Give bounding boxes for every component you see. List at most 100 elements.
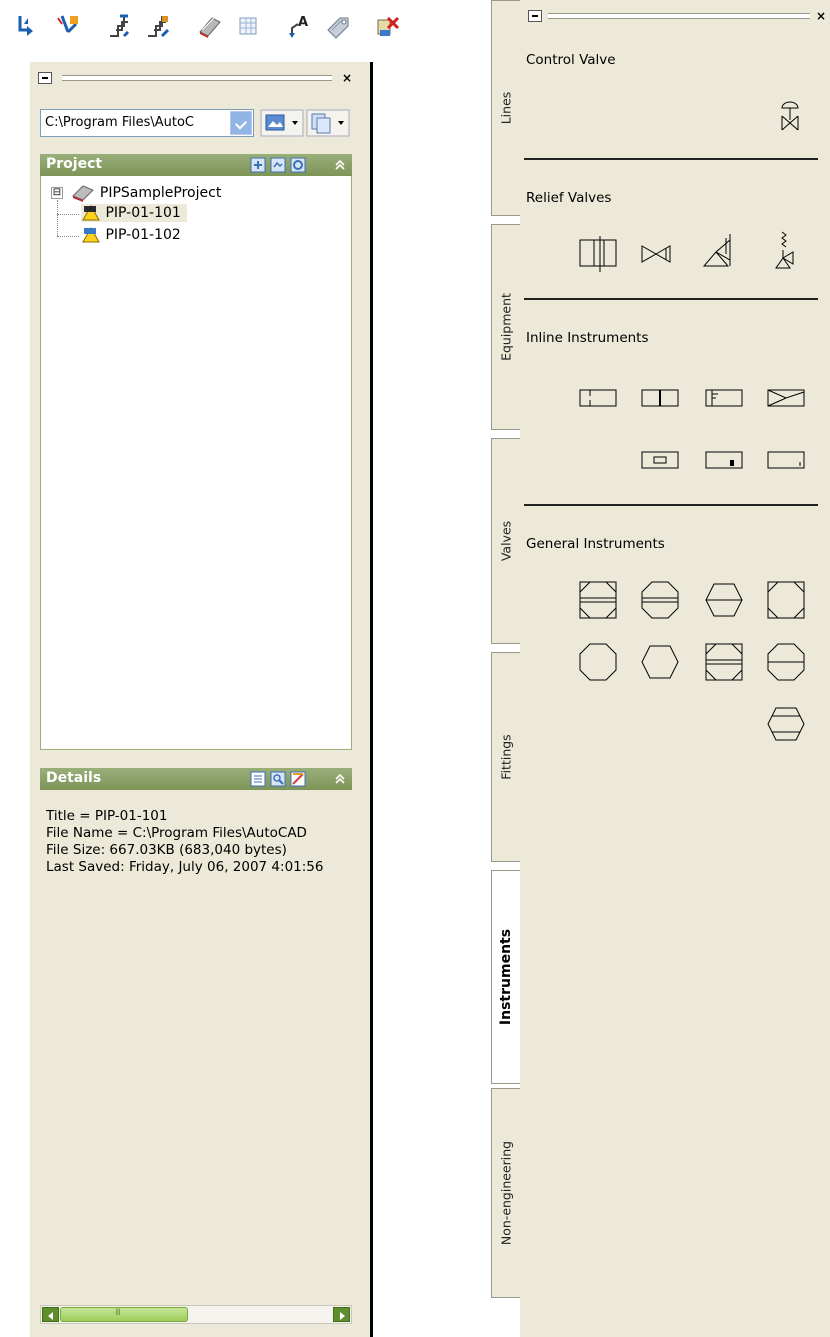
inline-instrument-7-icon[interactable] — [766, 440, 806, 480]
refresh-icon[interactable] — [290, 157, 306, 173]
tab-non-engineering[interactable]: Non-engineering — [491, 1088, 520, 1298]
new-project-icon[interactable] — [250, 157, 266, 173]
tab-label: Instruments — [498, 928, 514, 1026]
group-heading-general-instruments: General Instruments — [526, 536, 665, 552]
detail-file-name: File Name = C:\Program Files\AutoCAD — [46, 825, 307, 841]
close-icon[interactable]: × — [814, 10, 828, 23]
group-divider — [524, 158, 818, 160]
instrument-hexagon-icon[interactable] — [640, 642, 680, 682]
svg-text:A: A — [298, 15, 308, 30]
details-text: Title = PIP-01-101 File Name = C:\Progra… — [46, 808, 346, 876]
route-pipe-icon[interactable] — [106, 12, 134, 40]
tab-label: Lines — [498, 91, 514, 125]
tree-connector — [57, 200, 58, 236]
tab-lines[interactable]: Lines — [491, 0, 520, 216]
disconnect-line-icon[interactable] — [54, 12, 82, 40]
open-project-button[interactable] — [260, 109, 304, 137]
project-section-title: Project — [46, 156, 103, 172]
control-valve-symbol-icon[interactable] — [770, 96, 810, 136]
inline-instrument-4-icon[interactable] — [766, 378, 806, 418]
tab-valves[interactable]: Valves — [491, 438, 520, 644]
project-icon — [71, 184, 95, 202]
tree-connector — [57, 236, 79, 237]
tab-equipment[interactable]: Equipment — [491, 224, 520, 430]
add-drawing-icon[interactable] — [270, 157, 286, 173]
annotate-icon[interactable]: A — [286, 12, 314, 40]
palette-title-bar[interactable]: × — [36, 70, 358, 86]
collapse-icon[interactable] — [332, 157, 348, 173]
instrument-square-double-line-icon[interactable] — [704, 642, 744, 682]
scroll-left-icon[interactable] — [42, 1307, 59, 1322]
tab-fittings[interactable]: Fittings — [491, 652, 520, 862]
scroll-right-icon[interactable] — [333, 1307, 350, 1322]
minimize-icon[interactable] — [528, 10, 542, 22]
details-view-icon[interactable] — [250, 771, 266, 787]
connect-line-icon[interactable] — [14, 12, 42, 40]
tree-node-label: PIP-01-101 — [105, 205, 181, 221]
detail-last-saved: Last Saved: Friday, July 06, 2007 4:01:5… — [46, 859, 324, 875]
toolbar-separator — [184, 12, 185, 42]
project-tree: ⊟ PIPSampleProject PIP-01-101 PIP-01-102 — [40, 176, 352, 750]
drag-grip[interactable] — [548, 13, 810, 19]
preview-icon[interactable] — [270, 771, 286, 787]
relief-valve-inline-symbol-icon[interactable] — [638, 234, 678, 274]
instrument-square-octagon-icon[interactable] — [766, 580, 806, 620]
project-manager-icon[interactable] — [196, 12, 224, 40]
tree-node-drawing-selected[interactable]: PIP-01-101 — [81, 204, 187, 222]
group-heading-control-valve: Control Valve — [526, 52, 616, 68]
instrument-octagon-line-icon[interactable] — [766, 642, 806, 682]
group-heading-relief-valves: Relief Valves — [526, 190, 612, 206]
inline-instrument-2-icon[interactable] — [640, 378, 680, 418]
details-section-title: Details — [46, 770, 102, 786]
tree-connector — [57, 214, 79, 215]
palette-title-bar[interactable]: × — [528, 8, 828, 24]
details-section-header[interactable]: Details — [40, 768, 352, 790]
safety-valve-spring-symbol-icon[interactable] — [764, 230, 804, 270]
tree-node-project[interactable]: ⊟ PIPSampleProject — [51, 184, 221, 202]
tab-label: Non-engineering — [498, 1140, 514, 1246]
horizontal-scrollbar[interactable] — [40, 1305, 352, 1324]
route-pipe-alt-icon[interactable] — [144, 12, 172, 40]
group-heading-inline-instruments: Inline Instruments — [526, 330, 649, 346]
relief-valve-angle-symbol-icon[interactable] — [700, 230, 740, 270]
minimize-icon[interactable] — [38, 72, 52, 84]
project-path-value: C:\Program Files\AutoC — [45, 115, 194, 130]
inline-instrument-1-icon[interactable] — [578, 378, 618, 418]
copy-project-button[interactable] — [306, 109, 350, 137]
tab-instruments[interactable]: Instruments — [491, 870, 520, 1084]
rupture-disc-symbol-icon[interactable] — [578, 234, 618, 274]
palette-tab-strip: Lines Equipment Valves Fittings Instrume… — [491, 0, 520, 1300]
toolbar-separator — [362, 12, 363, 42]
tree-node-label: PIPSampleProject — [99, 185, 222, 201]
tab-label: Fittings — [498, 734, 514, 780]
inline-instrument-6-icon[interactable] — [704, 440, 744, 480]
toolbar-separator — [94, 12, 95, 42]
project-path-combo[interactable]: C:\Program Files\AutoC — [40, 109, 254, 137]
tree-node-drawing[interactable]: PIP-01-102 — [81, 226, 181, 244]
drag-grip[interactable] — [62, 75, 332, 81]
scrollbar-thumb[interactable] — [60, 1307, 188, 1322]
drawing-icon — [81, 204, 101, 222]
collapse-icon[interactable] — [332, 771, 348, 787]
tool-palette: × Control Valve Relief Valves Inline Ins… — [520, 0, 830, 1337]
group-divider — [524, 504, 818, 506]
inline-instrument-3-icon[interactable] — [704, 378, 744, 418]
tag-icon[interactable] — [324, 12, 352, 40]
chevron-down-icon[interactable] — [230, 111, 252, 135]
instrument-shared-display-icon[interactable] — [578, 580, 618, 620]
drawing-icon — [81, 226, 101, 244]
instrument-hexagon-line-icon[interactable] — [704, 580, 744, 620]
inline-instrument-5-icon[interactable] — [640, 440, 680, 480]
instrument-panel-icon[interactable] — [640, 580, 680, 620]
tree-node-label: PIP-01-102 — [105, 227, 181, 243]
project-manager-palette: × C:\Program Files\AutoC Project ⊟ PIPSa… — [30, 62, 370, 1337]
data-manager-icon[interactable] — [234, 12, 262, 40]
tab-label: Equipment — [498, 293, 514, 361]
close-icon[interactable]: × — [340, 72, 354, 85]
instrument-hexagon-double-line-icon[interactable] — [766, 704, 806, 744]
validate-icon[interactable] — [374, 12, 402, 40]
instrument-octagon-icon[interactable] — [578, 642, 618, 682]
tree-collapse-icon[interactable]: ⊟ — [51, 187, 63, 199]
project-section-header[interactable]: Project — [40, 154, 352, 176]
thumbnail-icon[interactable] — [290, 771, 306, 787]
